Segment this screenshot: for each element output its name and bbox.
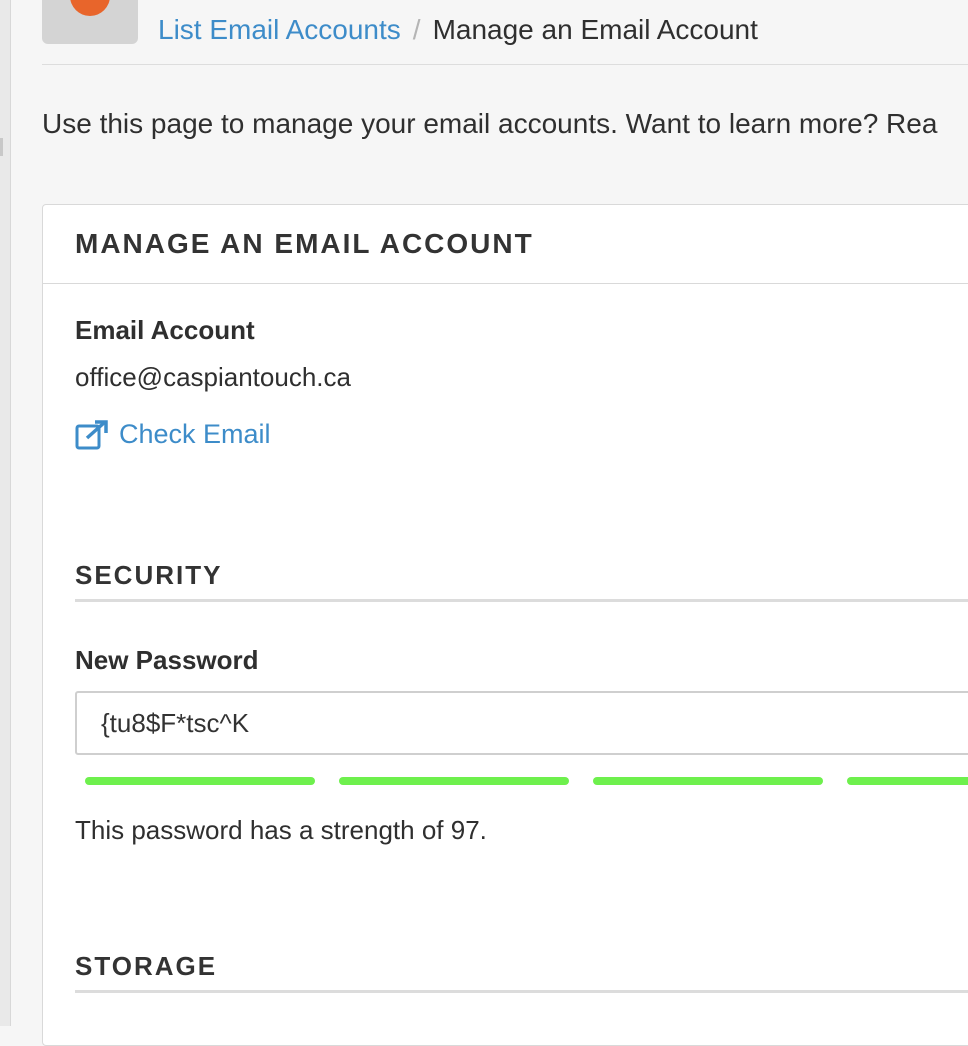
breadcrumb-separator: /	[412, 14, 421, 45]
main-content: List Email Accounts / Manage an Email Acco…	[42, 0, 968, 1046]
storage-section-heading: STORAGE	[75, 951, 968, 993]
panel-title: MANAGE AN EMAIL ACCOUNT	[75, 228, 534, 259]
security-section-heading: SECURITY	[75, 560, 968, 602]
password-strength-meter	[85, 777, 968, 785]
breadcrumb: List Email Accounts / Manage an Email Acco…	[158, 12, 758, 48]
page-description: Use this page to manage your email accou…	[42, 108, 938, 139]
strength-meter-segment	[85, 777, 315, 785]
sidebar-collapse-mark[interactable]	[0, 138, 3, 156]
email-account-label: Email Account	[75, 315, 255, 345]
password-strength-text: This password has a strength of 97.	[75, 815, 487, 845]
breadcrumb-current-page: Manage an Email Account	[432, 14, 758, 45]
new-password-label: New Password	[75, 645, 259, 675]
check-email-label: Check Email	[119, 419, 271, 449]
strength-meter-segment	[593, 777, 823, 785]
breadcrumb-list-email-accounts-link[interactable]: List Email Accounts	[158, 14, 401, 45]
left-sidebar-edge	[0, 0, 11, 1026]
strength-meter-segment	[339, 777, 569, 785]
panel-heading: MANAGE AN EMAIL ACCOUNT	[43, 205, 968, 284]
strength-meter-segment	[847, 777, 968, 785]
envelope-flap	[70, 0, 110, 16]
external-link-icon	[75, 419, 108, 449]
email-account-value: office@caspiantouch.ca	[75, 362, 351, 392]
check-email-link[interactable]: Check Email	[75, 419, 271, 450]
new-password-input[interactable]	[75, 691, 968, 755]
page-header: List Email Accounts / Manage an Email Acco…	[42, 0, 968, 65]
manage-email-account-panel: MANAGE AN EMAIL ACCOUNT Email Account of…	[42, 204, 968, 1046]
email-app-icon	[42, 0, 138, 44]
